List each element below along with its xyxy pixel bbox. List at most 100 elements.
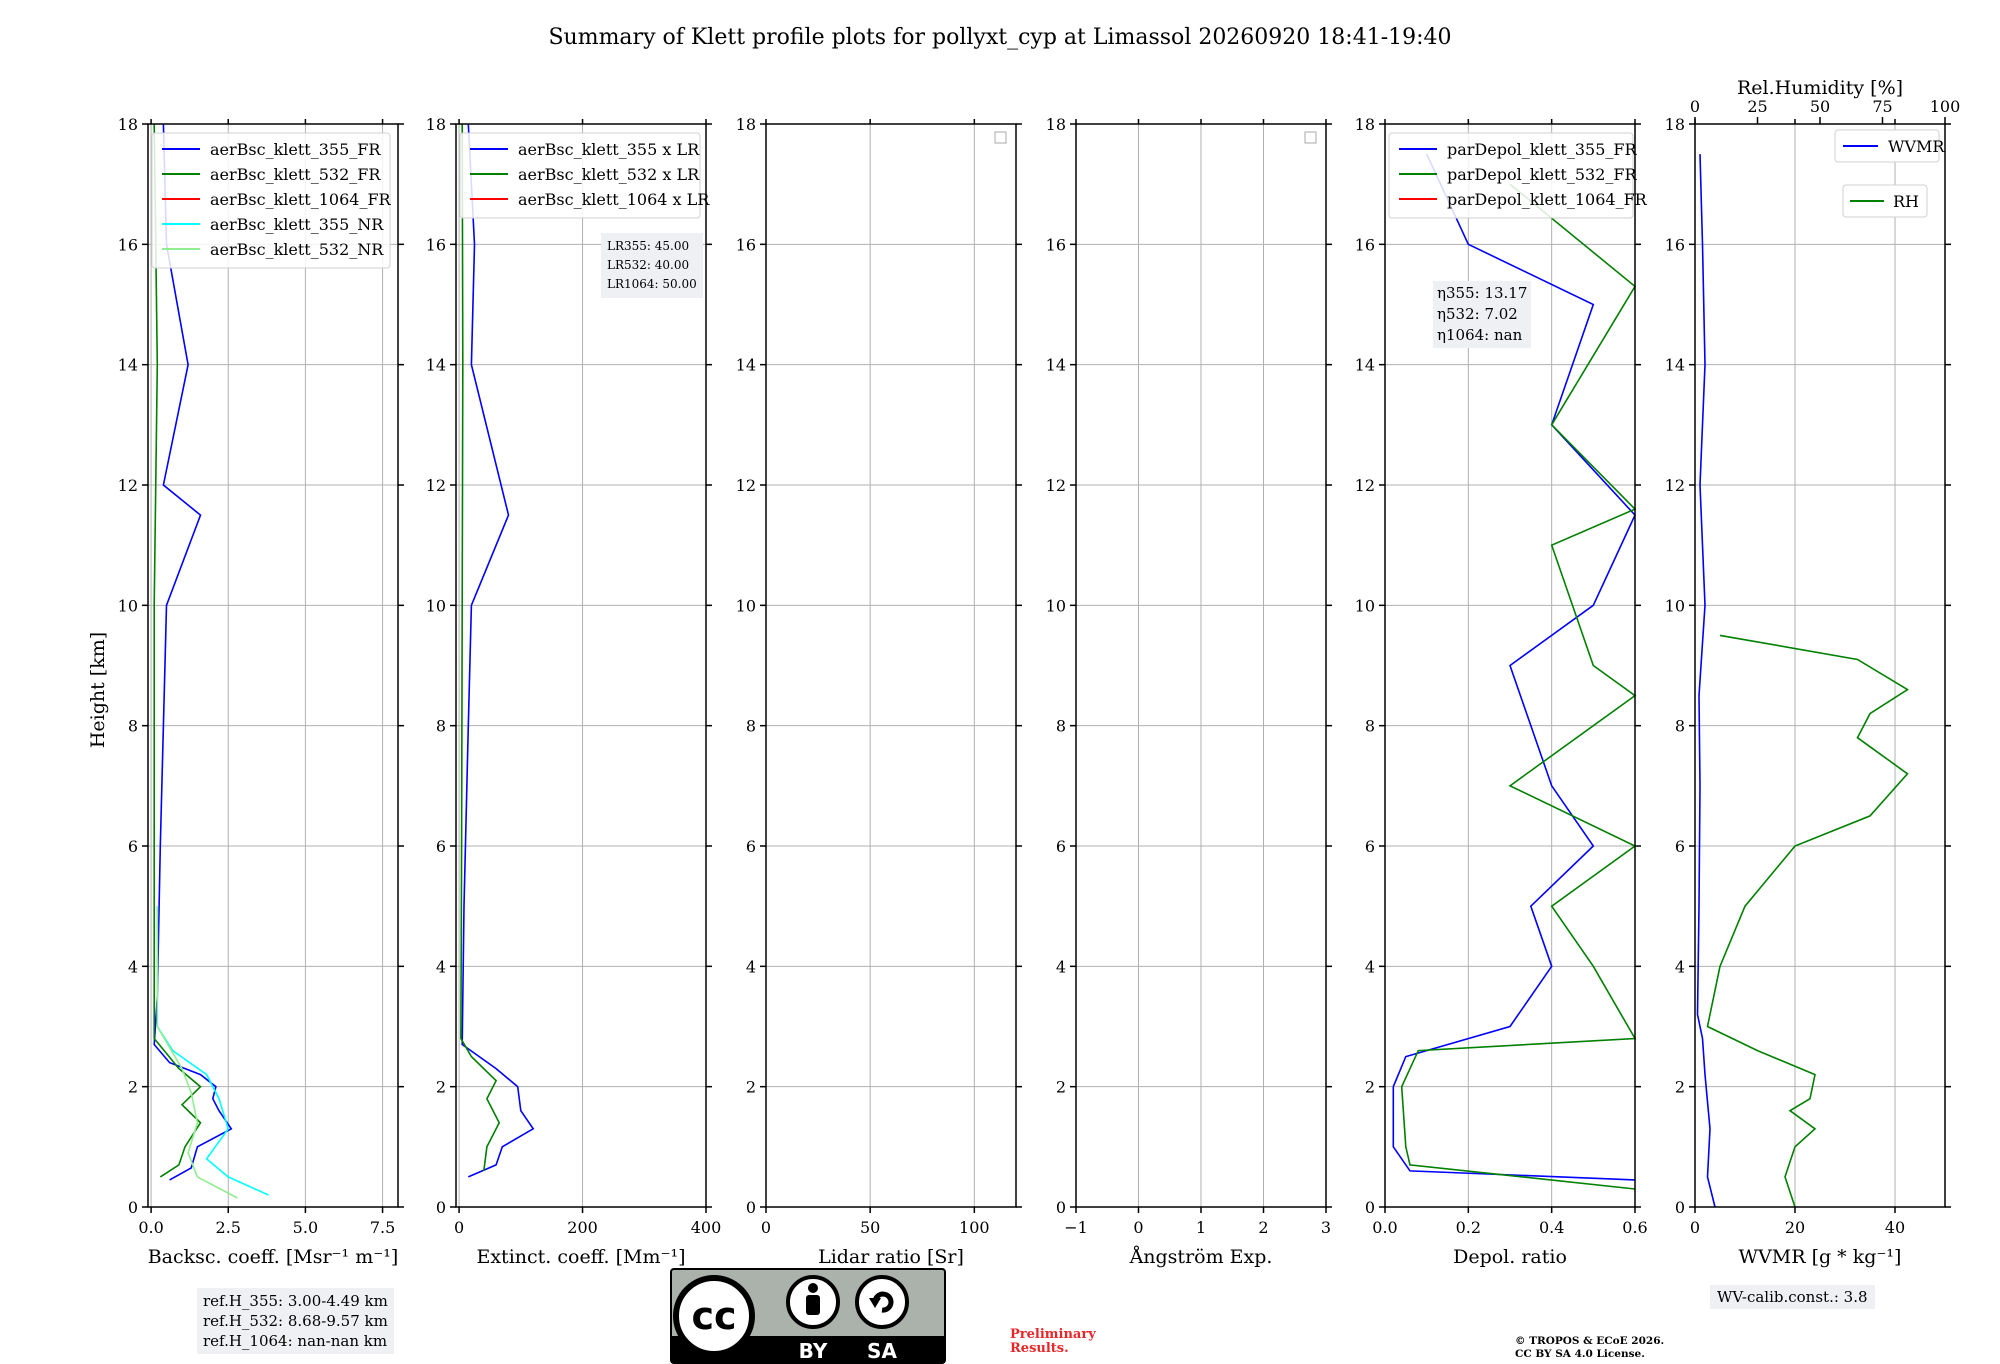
y-tick-label: 18 [1665,115,1685,134]
x-tick-label: 200 [567,1218,598,1237]
top-x-tick-label: 50 [1810,97,1830,116]
x-axis-label: Lidar ratio [Sr] [818,1246,964,1268]
x-axis-label: Extinct. coeff. [Mm⁻¹] [476,1246,685,1268]
series-line-aerbsc-klett-532-x-lr [460,123,501,1172]
copyright-note: © TROPOS & ECoE 2026. CC BY SA 4.0 Licen… [1515,1335,1664,1361]
legend-entry: parDepol_klett_355_FR [1447,140,1638,159]
x-tick-label: 0.2 [1456,1218,1481,1237]
cc-letters: cc [691,1294,736,1338]
y-tick-label: 6 [746,837,756,856]
cc-by-sa-logo: cc BY SA [670,1268,946,1364]
y-tick-label: 18 [1355,115,1375,134]
y-tick-label: 0 [1675,1198,1685,1217]
series-line-aerbsc-klett-532-fr [153,123,202,1178]
legend-entry: aerBsc_klett_355_FR [210,140,381,159]
x-tick-label: 100 [959,1218,990,1237]
y-tick-label: 14 [1355,356,1375,375]
x-tick-label: 0.0 [1372,1218,1397,1237]
x-tick-label: 3 [1321,1218,1331,1237]
legend-entry: aerBsc_klett_532 x LR [518,165,700,184]
y-tick-label: 0 [128,1198,138,1217]
y-tick-label: 2 [1365,1078,1375,1097]
x-tick-label: 0 [454,1218,464,1237]
sa-share-icon [855,1275,909,1329]
y-tick-label: 0 [746,1198,756,1217]
y-tick-label: 14 [118,356,138,375]
series-line-aerbsc-klett-532-nr [156,906,238,1199]
y-tick-label: 14 [426,356,446,375]
legend-entry: aerBsc_klett_355_NR [210,215,384,234]
x-axis-label: Ångström Exp. [1129,1246,1273,1268]
legend-entry: parDepol_klett_532_FR [1447,165,1638,184]
preliminary-line-2: Results. [1010,1341,1069,1356]
reference-height-box: ref.H_355: 3.00-4.49 km ref.H_532: 8.68-… [197,1288,394,1354]
top-x-axis-label: Rel.Humidity [%] [1737,77,1903,99]
legend-entry-rh: RH [1893,192,1919,211]
y-tick-label: 2 [128,1078,138,1097]
lidar-ratio-box: LR355: 45.00 LR532: 40.00 LR1064: 50.00 [601,233,703,298]
y-tick-label: 4 [1365,957,1375,976]
y-tick-label: 0 [1056,1198,1066,1217]
empty-legend-lidar-ratio [994,131,1007,144]
y-tick-label: 18 [426,115,446,134]
x-tick-label: 5.0 [293,1218,318,1237]
y-tick-label: 10 [118,596,138,615]
y-tick-label: 6 [436,837,446,856]
y-tick-label: 4 [128,957,138,976]
preliminary-note: Preliminary Results. [1010,1328,1096,1356]
y-tick-label: 6 [1365,837,1375,856]
panel-frame [147,123,399,1208]
y-tick-label: 14 [1046,356,1066,375]
series-line-aerbsc-klett-355-nr [156,906,269,1196]
legend-entry: aerBsc_klett_1064_FR [210,190,392,209]
eta-355: η355: 13.17 [1437,284,1528,302]
y-tick-label: 4 [436,957,446,976]
empty-legend-angstrom [1304,131,1317,144]
x-tick-label: 400 [691,1218,722,1237]
x-axis-label: Backsc. coeff. [Msr⁻¹ m⁻¹] [148,1246,399,1268]
top-x-tick-label: 75 [1872,97,1892,116]
y-tick-label: 16 [118,235,138,254]
wv-calib-constant: WV-calib.const.: 3.8 [1710,1285,1875,1309]
sa-label: SA [867,1339,897,1363]
y-tick-label: 8 [436,717,446,736]
y-tick-label: 2 [1675,1078,1685,1097]
series-line-aerbsc-klett-355-x-lr [461,123,535,1178]
y-tick-label: 16 [1046,235,1066,254]
y-tick-label: 14 [1665,356,1685,375]
y-tick-label: 12 [1046,476,1066,495]
y-tick-label: 0 [436,1198,446,1217]
panels-group: 0.0 2.5 5.0 7.5024681012141618Backsc. coeff… [118,77,1961,1268]
y-tick-label: 14 [736,356,756,375]
series-line-rh [1706,634,1910,1208]
top-x-tick-label: 0 [1690,97,1700,116]
y-tick-label: 16 [1665,235,1685,254]
x-axis-label: Depol. ratio [1453,1246,1567,1268]
y-tick-label: 10 [426,596,446,615]
x-tick-label: 0.0 [138,1218,163,1237]
lr-355: LR355: 45.00 [607,239,690,253]
y-tick-label: 8 [1365,717,1375,736]
y-tick-label: 12 [118,476,138,495]
y-tick-label: 10 [1665,596,1685,615]
figure: Summary of Klett profile plots for polly… [87,25,1961,1268]
y-tick-label: 18 [118,115,138,134]
lr-1064: LR1064: 50.00 [607,277,697,291]
eta-box: η355: 13.17 η532: 7.02 η1064: nan [1433,281,1532,348]
x-tick-label: 7.5 [370,1218,395,1237]
x-tick-label: 0 [761,1218,771,1237]
y-tick-label: 16 [1355,235,1375,254]
series-line-wvmr [1696,154,1716,1208]
x-tick-label: 2 [1258,1218,1268,1237]
y-tick-label: 12 [1355,476,1375,495]
panel-frame [765,123,1017,1208]
eta-1064: η1064: nan [1437,326,1523,344]
y-tick-label: 12 [426,476,446,495]
y-tick-label: 2 [746,1078,756,1097]
y-tick-label: 10 [1046,596,1066,615]
y-tick-label: 8 [746,717,756,736]
y-axis-label: Height [km] [87,632,109,748]
x-tick-label: 1 [1196,1218,1206,1237]
y-tick-label: 8 [128,717,138,736]
top-x-tick-label: 25 [1747,97,1767,116]
